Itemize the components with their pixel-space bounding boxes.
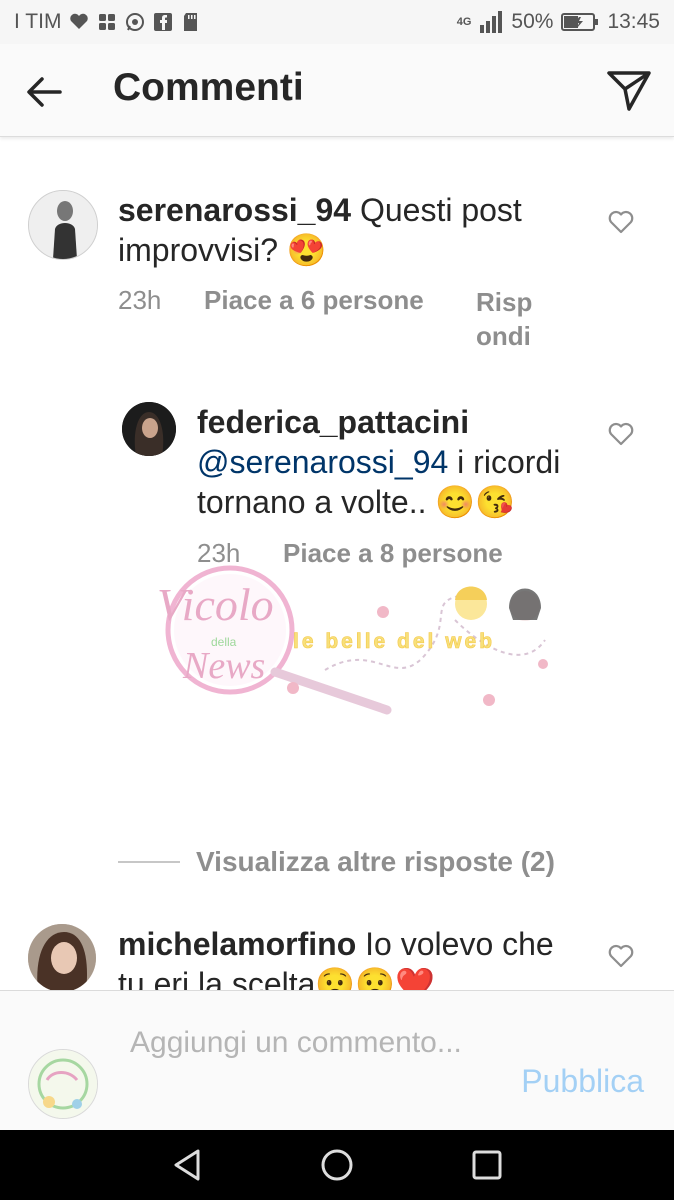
sd-card-icon (184, 13, 198, 31)
comment-likes-link[interactable]: Piace a 6 persone (204, 285, 424, 316)
comment-username[interactable]: michelamorfino (118, 926, 356, 962)
nav-recents-icon[interactable] (468, 1146, 506, 1184)
watermark-tagline: le belle del web (293, 630, 495, 653)
battery-icon (561, 13, 599, 31)
view-more-replies-label: Visualizza altre risposte (2) (196, 846, 555, 877)
avatar[interactable] (122, 402, 176, 456)
avatar[interactable] (28, 924, 96, 990)
comment-username[interactable]: federica_pattacini (197, 404, 469, 440)
reply-label-part2: ondi (476, 321, 531, 351)
mention-link[interactable]: @serenarossi_94 (197, 444, 448, 480)
comment-time: 23h (118, 285, 162, 315)
profile-logo-icon (29, 1050, 97, 1118)
comment-input-bar: Pubblica (0, 990, 674, 1131)
app-header: Commenti (0, 44, 674, 137)
like-heart-icon[interactable] (608, 210, 634, 234)
battery-percent: 50% (511, 10, 554, 33)
comment-text: michelamorfino Io volevo che tu eri la s… (118, 924, 588, 990)
my-avatar (28, 1049, 98, 1119)
comment-item: michelamorfino Io volevo che tu eri la s… (0, 914, 674, 990)
watermark-brand-1: Vicolo (157, 579, 274, 630)
network-type-label: 4G (456, 16, 472, 28)
system-nav-bar (0, 1130, 674, 1200)
apps-grid-icon (99, 14, 116, 30)
comment-text: federica_pattacini @serenarossi_94 i ric… (197, 402, 592, 522)
reply-label-part1: Risp (476, 287, 533, 317)
comment-text: serenarossi_94 Questi post improvvisi? 😍 (118, 190, 588, 270)
health-heart-icon (70, 13, 89, 29)
signal-icon (480, 11, 503, 33)
comment-username[interactable]: serenarossi_94 (118, 192, 351, 228)
send-direct-icon[interactable] (606, 70, 652, 112)
user-photo-icon (29, 191, 97, 259)
like-heart-icon[interactable] (608, 944, 634, 968)
watermark-brand-3: News (182, 645, 265, 687)
facebook-icon (154, 13, 173, 31)
carrier-label: I TIM (14, 10, 62, 33)
comment-item: serenarossi_94 Questi post improvvisi? 😍… (0, 180, 674, 360)
whatsapp-icon (126, 13, 145, 31)
status-bar: I TIM 4G 50% 13:45 (0, 0, 674, 44)
page-title: Commenti (113, 66, 304, 109)
reply-comment-item: federica_pattacini @serenarossi_94 i ric… (0, 392, 674, 582)
divider-line (118, 861, 180, 863)
back-arrow-icon[interactable] (24, 72, 64, 112)
user-photo-icon (28, 924, 96, 990)
reply-button[interactable]: Risp ondi (476, 285, 532, 353)
watermark-logo: Vicolo della News le belle del web (157, 565, 548, 715)
nav-back-icon[interactable] (168, 1146, 206, 1184)
publish-button[interactable]: Pubblica (521, 1063, 644, 1100)
nav-home-icon[interactable] (318, 1146, 356, 1184)
user-photo-icon (122, 402, 176, 456)
clock: 13:45 (607, 10, 660, 33)
comment-input[interactable] (130, 1023, 490, 1103)
view-more-replies-button[interactable]: Visualizza altre risposte (2) (118, 846, 555, 878)
like-heart-icon[interactable] (608, 422, 634, 446)
avatar[interactable] (28, 190, 98, 260)
